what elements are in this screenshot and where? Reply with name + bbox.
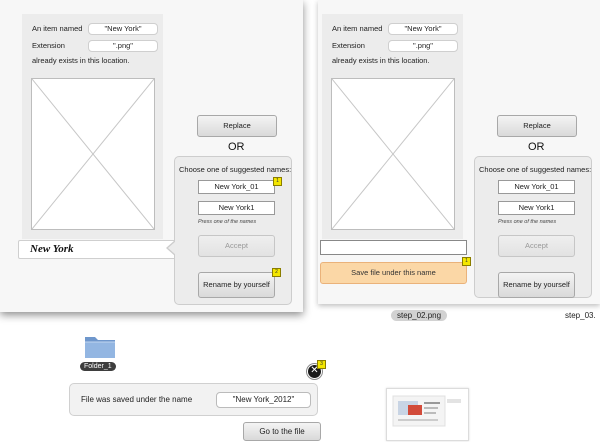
extension-value: ".png" — [88, 40, 158, 52]
suggestion-hint: Press one of the names — [198, 219, 257, 225]
rename-button[interactable]: Rename by yourself — [198, 272, 275, 298]
caption-step-03: step_03. — [565, 311, 596, 320]
exists-text: already exists in this location. — [32, 56, 130, 65]
thumbnail-preview-image — [392, 395, 461, 427]
step-marker-2: 2 — [272, 268, 281, 277]
conflict-dialog-right: An item named "New York" Extension ".png… — [318, 0, 600, 304]
suggestion-hint: Press one of the names — [498, 219, 557, 225]
folder-label: Folder_1 — [80, 362, 116, 371]
extension-value: ".png" — [388, 40, 458, 52]
folder-icon[interactable] — [84, 333, 116, 361]
accept-button[interactable]: Accept — [498, 235, 575, 257]
placeholder-cross-icon — [332, 79, 454, 229]
file-info-box: An item named "New York" Extension ".png… — [22, 14, 163, 239]
step-marker-1: 1 — [462, 257, 471, 266]
saved-text: File was saved under the name — [81, 395, 193, 404]
image-preview-placeholder — [331, 78, 455, 230]
or-label: OR — [228, 141, 245, 153]
image-preview-placeholder — [31, 78, 155, 230]
item-name-value: "New York" — [88, 23, 158, 35]
save-file-button[interactable]: Save file under this name — [320, 262, 467, 284]
item-named-label: An item named — [32, 24, 83, 33]
item-named-label: An item named — [332, 24, 383, 33]
suggest-title: Choose one of suggested names: — [179, 165, 292, 174]
folder-icon-graphic — [85, 337, 115, 358]
step-marker-1: 1 — [273, 177, 282, 186]
suggestion-bubble: Choose one of suggested names: New York_… — [474, 156, 592, 298]
extension-label: Extension — [32, 41, 65, 50]
suggestion-bubble: Choose one of suggested names: New York_… — [174, 156, 292, 305]
suggestion-new-york-01[interactable]: New York_01 — [198, 180, 275, 194]
suggestion-new-york-01[interactable]: New York_01 — [498, 180, 575, 194]
caption-step-02: step_02.png — [391, 310, 448, 321]
rename-button[interactable]: Rename by yourself — [498, 272, 575, 298]
suggestion-new-york1[interactable]: New York1 — [198, 201, 275, 215]
or-label: OR — [528, 141, 545, 153]
saved-file-name: "New York_2012" — [216, 392, 311, 408]
placeholder-cross-icon — [32, 79, 154, 229]
item-name-value: "New York" — [388, 23, 458, 35]
extension-label: Extension — [332, 41, 365, 50]
exists-text: already exists in this location. — [332, 56, 430, 65]
conflict-dialog-left: An item named "New York" Extension ".png… — [0, 0, 303, 312]
suggestion-new-york1[interactable]: New York1 — [498, 201, 575, 215]
suggest-title: Choose one of suggested names: — [479, 165, 592, 174]
name-input-field[interactable]: New York — [18, 240, 180, 259]
replace-button[interactable]: Replace — [197, 115, 277, 137]
go-to-file-button[interactable]: Go to the file — [243, 422, 321, 441]
file-info-box: An item named "New York" Extension ".png… — [322, 14, 463, 239]
name-input-field[interactable] — [320, 240, 467, 255]
saved-notification: File was saved under the name "New York_… — [69, 383, 318, 416]
file-thumbnail[interactable] — [386, 388, 469, 441]
bubble-arrow — [166, 240, 176, 256]
accept-button[interactable]: Accept — [198, 235, 275, 257]
replace-button[interactable]: Replace — [497, 115, 577, 137]
step-marker-3: 3 — [317, 360, 326, 369]
